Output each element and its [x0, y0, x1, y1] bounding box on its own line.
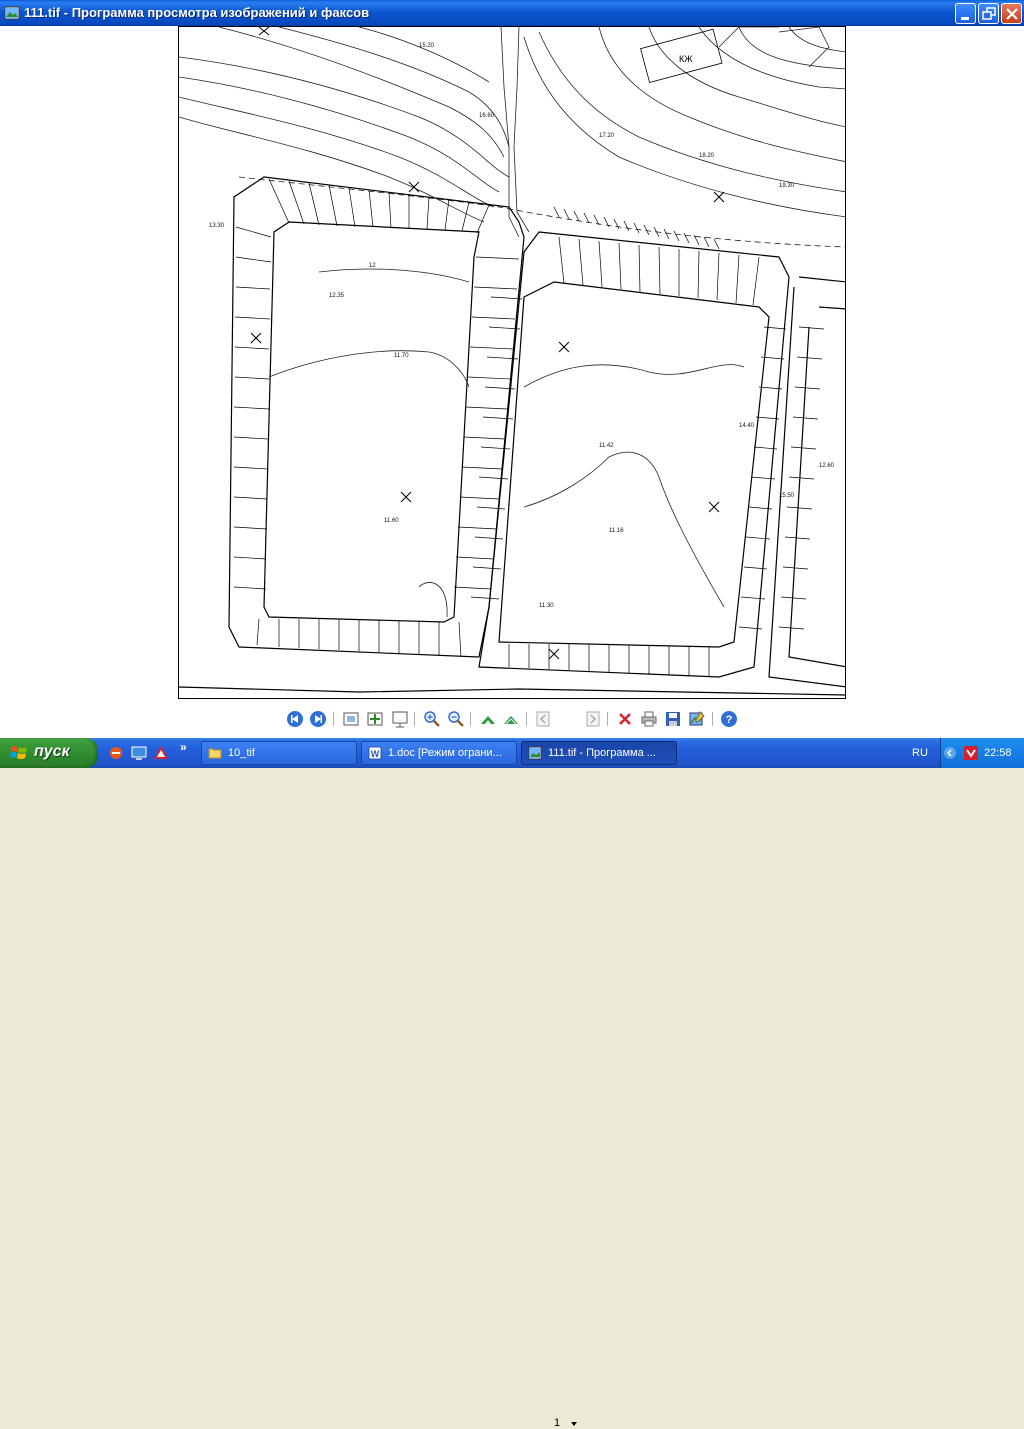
- image-viewer-icon: [528, 746, 542, 760]
- minimize-icon: [961, 17, 969, 20]
- image-viewer-icon: [4, 6, 20, 20]
- page-number: 1: [554, 1417, 561, 1429]
- system-tray: 22:58: [940, 738, 1024, 768]
- viewer-toolbar: 1 ?: [0, 706, 1024, 1429]
- taskbar-item-image-viewer[interactable]: 111.tif - Программа ...: [521, 741, 677, 765]
- elevation-label: 12: [369, 263, 376, 269]
- rotate-cw-icon[interactable]: [479, 710, 497, 728]
- zoom-out-icon[interactable]: [447, 710, 465, 728]
- elevation-label: 12.35: [329, 293, 345, 299]
- taskbar: пуск » 10_tif W 1.doc [Режим ограни... 1…: [0, 738, 1024, 768]
- taskbar-item-word[interactable]: W 1.doc [Режим ограни...: [361, 741, 517, 765]
- elevation-label: 13.30: [209, 223, 225, 229]
- toolbar-separator: [526, 712, 527, 726]
- elevation-label: 11.30: [539, 603, 554, 609]
- acrobat-icon[interactable]: [153, 745, 169, 761]
- open-editor-icon[interactable]: [688, 710, 706, 728]
- viewer-area: КЖ 11.70 11.60 12.35 12 11.42 11.16 13.3…: [0, 26, 1024, 738]
- word-icon: W: [368, 746, 382, 760]
- antivirus-tray-icon[interactable]: [963, 745, 979, 761]
- task-label: 10_tif: [228, 747, 255, 759]
- close-button[interactable]: [1001, 3, 1022, 24]
- prev-image-icon[interactable]: [286, 710, 304, 728]
- elevation-label: 11.70: [394, 353, 409, 359]
- svg-text:W: W: [371, 749, 380, 759]
- print-icon[interactable]: [640, 710, 658, 728]
- elevation-label: 15.50: [779, 493, 795, 499]
- start-label: пуск: [34, 743, 70, 760]
- close-icon: [1006, 8, 1018, 20]
- help-icon[interactable]: ?: [720, 710, 738, 728]
- elevation-label: 15.20: [419, 43, 435, 49]
- elevation-label: 11.16: [609, 528, 624, 534]
- windows-logo-icon: [10, 746, 27, 759]
- elevation-label: 12.60: [819, 463, 835, 469]
- actual-size-icon[interactable]: [366, 710, 384, 728]
- toolbar-separator: [470, 712, 471, 726]
- folder-icon: [208, 748, 222, 759]
- elevation-label: 11.60: [384, 518, 399, 524]
- svg-text:?: ?: [726, 714, 733, 726]
- restore-button[interactable]: [978, 3, 999, 24]
- toolbar-separator: [607, 712, 608, 726]
- taskbar-item-folder[interactable]: 10_tif: [201, 741, 357, 765]
- title-bar: 111.tif - Программа просмотра изображени…: [0, 0, 1024, 26]
- toolbar-separator: [414, 712, 415, 726]
- next-image-icon[interactable]: [309, 710, 327, 728]
- tray-arrow-icon[interactable]: [943, 746, 957, 760]
- building-label: КЖ: [679, 54, 693, 64]
- rotate-ccw-icon[interactable]: [502, 710, 520, 728]
- toolbar-separator: [712, 712, 713, 726]
- elevation-label: 11.42: [599, 443, 614, 449]
- elevation-label: 14.40: [739, 423, 755, 429]
- slideshow-icon[interactable]: [391, 710, 409, 728]
- delete-icon[interactable]: [616, 710, 634, 728]
- quicklaunch-expand[interactable]: »: [180, 740, 187, 754]
- next-page-icon[interactable]: [584, 710, 602, 728]
- elevation-label: 19.30: [779, 183, 795, 189]
- elevation-label: 16.60: [479, 113, 495, 119]
- best-fit-icon[interactable]: [342, 710, 360, 728]
- language-indicator[interactable]: RU: [912, 747, 928, 759]
- map-drawing: КЖ 11.70 11.60 12.35 12 11.42 11.16 13.3…: [179, 27, 845, 696]
- window-title: 111.tif - Программа просмотра изображени…: [24, 5, 370, 20]
- toolbar-separator: [333, 712, 334, 726]
- start-button[interactable]: пуск: [0, 738, 98, 768]
- zoom-in-icon[interactable]: [423, 710, 441, 728]
- clock[interactable]: 22:58: [984, 747, 1012, 759]
- minimize-button[interactable]: [955, 3, 976, 24]
- page-dropdown-icon[interactable]: [571, 1422, 577, 1426]
- quicklaunch-app-icon[interactable]: [108, 745, 124, 761]
- save-icon[interactable]: [664, 710, 682, 728]
- prev-page-icon[interactable]: [534, 710, 552, 728]
- elevation-label: 18.20: [699, 153, 715, 159]
- task-label: 111.tif - Программа ...: [548, 747, 656, 759]
- topographic-plan-image[interactable]: КЖ 11.70 11.60 12.35 12 11.42 11.16 13.3…: [178, 26, 846, 699]
- elevation-label: 17.20: [599, 133, 615, 139]
- show-desktop-icon[interactable]: [131, 745, 147, 761]
- task-label: 1.doc [Режим ограни...: [388, 747, 502, 759]
- restore-icon: [982, 7, 996, 20]
